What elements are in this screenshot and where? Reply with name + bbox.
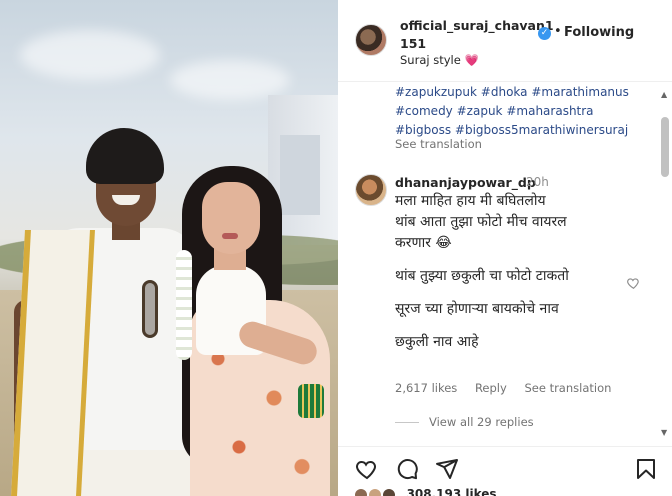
see-translation-link[interactable]: See translation bbox=[524, 381, 611, 395]
post-caption: Suraj style 💗 bbox=[400, 53, 479, 67]
comments-scroll-area[interactable]: #zapukzupuk #dhoka #marathimanus #comedy… bbox=[338, 82, 672, 446]
caption-text: Suraj style bbox=[400, 53, 461, 67]
hashtag[interactable]: #zapukzupuk bbox=[395, 85, 477, 99]
man-shawl bbox=[11, 230, 95, 496]
comment-line: सूरज च्या होणाऱ्या बायकोचे नाव bbox=[395, 301, 559, 317]
comment-meta: 2,617 likes Reply See translation bbox=[395, 381, 625, 395]
scroll-down-arrow-icon[interactable]: ▼ bbox=[661, 428, 667, 437]
scrollbar-thumb[interactable] bbox=[661, 117, 669, 177]
comment-line: मला माहित हाय मी बघितलोय bbox=[395, 193, 546, 209]
scrollbar[interactable]: ▲ ▼ bbox=[660, 90, 670, 440]
heart-emoji: 💗 bbox=[464, 53, 479, 67]
hashtag[interactable]: #maharashtra bbox=[506, 104, 593, 118]
comment-line: थांब तुझ्या छकुली चा फोटो टाकतो bbox=[395, 268, 569, 284]
comment-likes[interactable]: 2,617 likes bbox=[395, 381, 457, 395]
post-username[interactable]: official_suraj_chavan1151 bbox=[400, 17, 560, 53]
reply-button[interactable]: Reply bbox=[475, 381, 507, 395]
comment-line: थांब आता तुझा फोटो मीच वायरल bbox=[395, 214, 567, 230]
following-button[interactable]: Following bbox=[564, 25, 634, 40]
bangles bbox=[298, 384, 324, 418]
hashtag[interactable]: #marathimanus bbox=[531, 85, 629, 99]
see-translation-link[interactable]: See translation bbox=[395, 137, 482, 151]
verified-badge-icon: ✓ bbox=[538, 27, 551, 40]
share-icon[interactable] bbox=[435, 457, 459, 481]
hashtag[interactable]: #bigboss5marathiwinersuraj bbox=[455, 123, 628, 137]
separator-dot: • bbox=[554, 24, 562, 39]
comment-icon[interactable] bbox=[395, 457, 419, 481]
view-replies-button[interactable]: View all 29 replies bbox=[395, 415, 534, 429]
comment-timestamp: 20h bbox=[526, 175, 549, 189]
flower-gajra bbox=[176, 250, 192, 360]
liker-avatar bbox=[368, 487, 383, 496]
cloud bbox=[20, 30, 160, 80]
post-likes-count[interactable]: 308,193 likes bbox=[407, 487, 497, 496]
scroll-up-arrow-icon[interactable]: ▲ bbox=[661, 90, 667, 99]
avatar[interactable] bbox=[355, 24, 387, 56]
man-hair bbox=[86, 128, 164, 184]
woman-face bbox=[202, 182, 260, 254]
post-panel: official_suraj_chavan1151 ✓ • Following … bbox=[338, 0, 672, 496]
woman-lips bbox=[222, 233, 238, 239]
comment-avatar[interactable] bbox=[355, 174, 387, 206]
post-header: official_suraj_chavan1151 ✓ • Following … bbox=[338, 0, 672, 82]
bookmark-icon[interactable] bbox=[634, 457, 658, 481]
liker-avatar bbox=[354, 487, 368, 496]
hashtag[interactable]: #comedy bbox=[395, 104, 453, 118]
liker-avatar bbox=[382, 487, 397, 496]
hashtag[interactable]: #dhoka bbox=[481, 85, 528, 99]
comment-line: छकुली नाव आहे bbox=[395, 334, 479, 350]
hashtag-list: #zapukzupuk #dhoka #marathimanus #comedy… bbox=[395, 83, 645, 140]
cloud bbox=[170, 60, 290, 100]
comment-like-heart-icon[interactable] bbox=[626, 276, 641, 290]
comment-username[interactable]: dhananjaypowar_dp bbox=[395, 175, 536, 190]
comment-line: करणार 😂 bbox=[395, 235, 452, 251]
post-actions-bar: 308,193 likes bbox=[338, 446, 672, 496]
post-photo[interactable] bbox=[0, 0, 338, 496]
heart-icon[interactable] bbox=[355, 457, 379, 481]
hashtag[interactable]: #bigboss bbox=[395, 123, 451, 137]
post-likes-row[interactable]: 308,193 likes bbox=[354, 487, 497, 496]
hashtag[interactable]: #zapuk bbox=[457, 104, 503, 118]
sunglasses bbox=[142, 280, 158, 338]
comment-text: मला माहित हाय मी बघितलोय थांब आता तुझा फ… bbox=[395, 191, 635, 353]
